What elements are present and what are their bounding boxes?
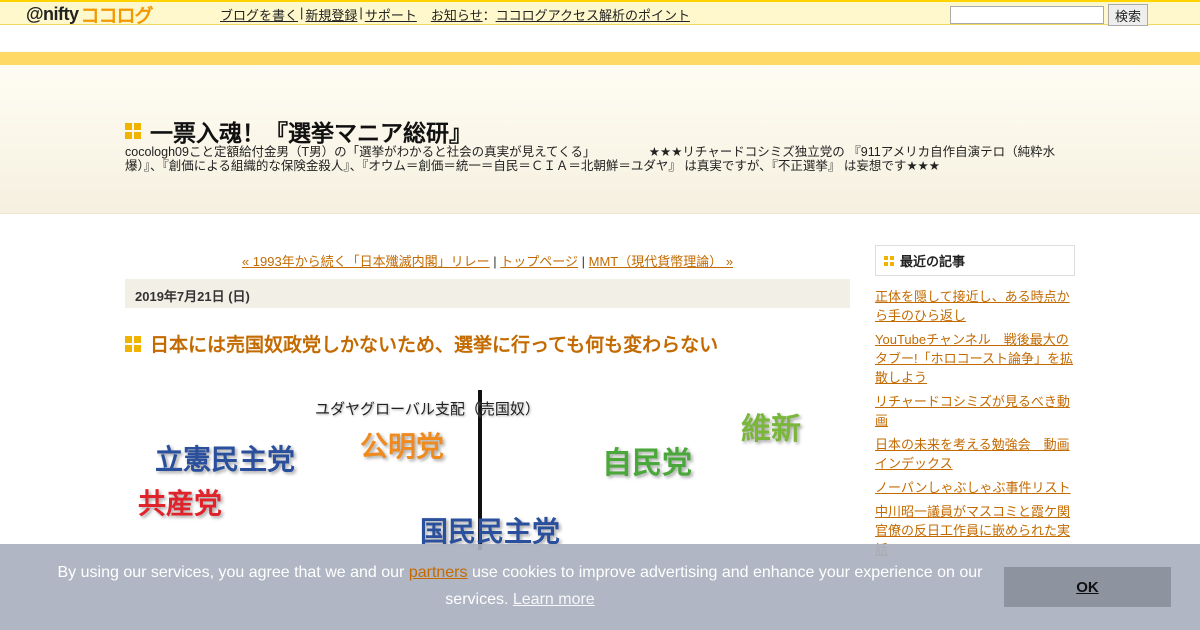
search-input[interactable]: [950, 6, 1104, 24]
recent-post-link[interactable]: 日本の未来を考える勉強会 動画インデックス: [875, 435, 1075, 473]
post-nav-separator: |: [489, 254, 501, 269]
blog-description: cocologh09こと定額給付金男（T男）の「選挙がわかると社会の真実が見えて…: [125, 145, 1056, 173]
post-navigation: « 1993年から続く「日本殲滅内閣」リレー | トップページ | MMT（現代…: [125, 251, 850, 270]
party-label-kyosan: 共産党: [138, 488, 223, 519]
news-item-link[interactable]: ココログアクセス解析のポイント: [496, 5, 690, 24]
cookie-message: By using our services, you agree that we…: [40, 559, 1000, 613]
cookie-consent-banner: By using our services, you agree that we…: [0, 544, 1200, 630]
party-label-jimin: 自民党: [602, 447, 692, 480]
party-label-rikken: 立憲民主党: [155, 444, 296, 475]
news-separator: ：: [482, 8, 496, 23]
write-blog-link[interactable]: ブログを書く: [220, 5, 298, 24]
search-button[interactable]: 検索: [1108, 4, 1148, 26]
nav-separator: |: [359, 5, 363, 20]
recent-posts-heading-text: 最近の記事: [900, 254, 966, 269]
top-page-link[interactable]: トップページ: [500, 254, 578, 269]
header-accent-strip: [0, 52, 1200, 65]
party-label-komei: 公明党: [360, 431, 445, 462]
post-title-text: 日本には売国奴政党しかないため、選挙に行っても何も変わらない: [150, 335, 719, 356]
recent-post-link[interactable]: 正体を隠して接近し、ある時点から手のひら返し: [875, 287, 1075, 325]
prev-post-link[interactable]: « 1993年から続く「日本殲滅内閣」リレー: [242, 254, 490, 269]
post-date: 2019年7月21日 (日): [125, 279, 850, 308]
diagram-caption: ユダヤグローバル支配（売国奴）: [315, 401, 540, 418]
square-bullet-icon: [125, 335, 141, 352]
cookie-ok-button[interactable]: OK: [1004, 567, 1171, 607]
square-bullet-icon: [125, 123, 141, 139]
recent-post-link[interactable]: ノーパンしゃぶしゃぶ事件リスト: [875, 478, 1075, 497]
recent-posts-list: 正体を隠して接近し、ある時点から手のひら返し YouTubeチャンネル 戦後最大…: [875, 287, 1075, 564]
top-bar: @nifty ココログ ブログを書く | 新規登録 | サポート お知らせ ： …: [0, 0, 1200, 27]
post-title[interactable]: 日本には売国奴政党しかないため、選挙に行っても何も変わらない: [125, 330, 718, 357]
next-post-link[interactable]: MMT（現代貨幣理論） »: [589, 254, 733, 269]
logo-cocolog-text: ココログ: [80, 5, 154, 27]
recent-post-link[interactable]: リチャードコシミズが見るべき動画: [875, 392, 1075, 430]
post-nav-separator: |: [578, 254, 589, 269]
cookie-text-part: By using our services, you agree that we…: [57, 564, 409, 581]
nifty-cocolog-logo[interactable]: @nifty ココログ: [26, 3, 154, 27]
recent-post-link[interactable]: YouTubeチャンネル 戦後最大のタブー!「ホロコースト論争」を拡散しよう: [875, 330, 1075, 387]
support-link[interactable]: サポート: [365, 5, 417, 24]
party-diagram-image: ユダヤグローバル支配（売国奴） 立憲民主党 公明党 自民党 維新 共産党 国民民…: [125, 380, 850, 550]
blog-title[interactable]: 一票入魂！『選挙マニア総研』: [125, 114, 472, 148]
blog-title-text: 一票入魂！『選挙マニア総研』: [150, 120, 472, 146]
party-label-ishin: 維新: [741, 413, 801, 446]
logo-nifty-text: @nifty: [26, 3, 79, 24]
partners-link[interactable]: partners: [409, 564, 468, 581]
top-nav: ブログを書く | 新規登録 | サポート お知らせ ： ココログアクセス解析のポ…: [220, 5, 690, 24]
square-bullet-icon: [884, 255, 894, 266]
news-link[interactable]: お知らせ: [431, 5, 483, 24]
learn-more-link[interactable]: Learn more: [513, 591, 595, 608]
signup-link[interactable]: 新規登録: [305, 5, 357, 24]
recent-posts-heading: 最近の記事: [875, 245, 1075, 276]
nav-separator: |: [300, 5, 304, 20]
